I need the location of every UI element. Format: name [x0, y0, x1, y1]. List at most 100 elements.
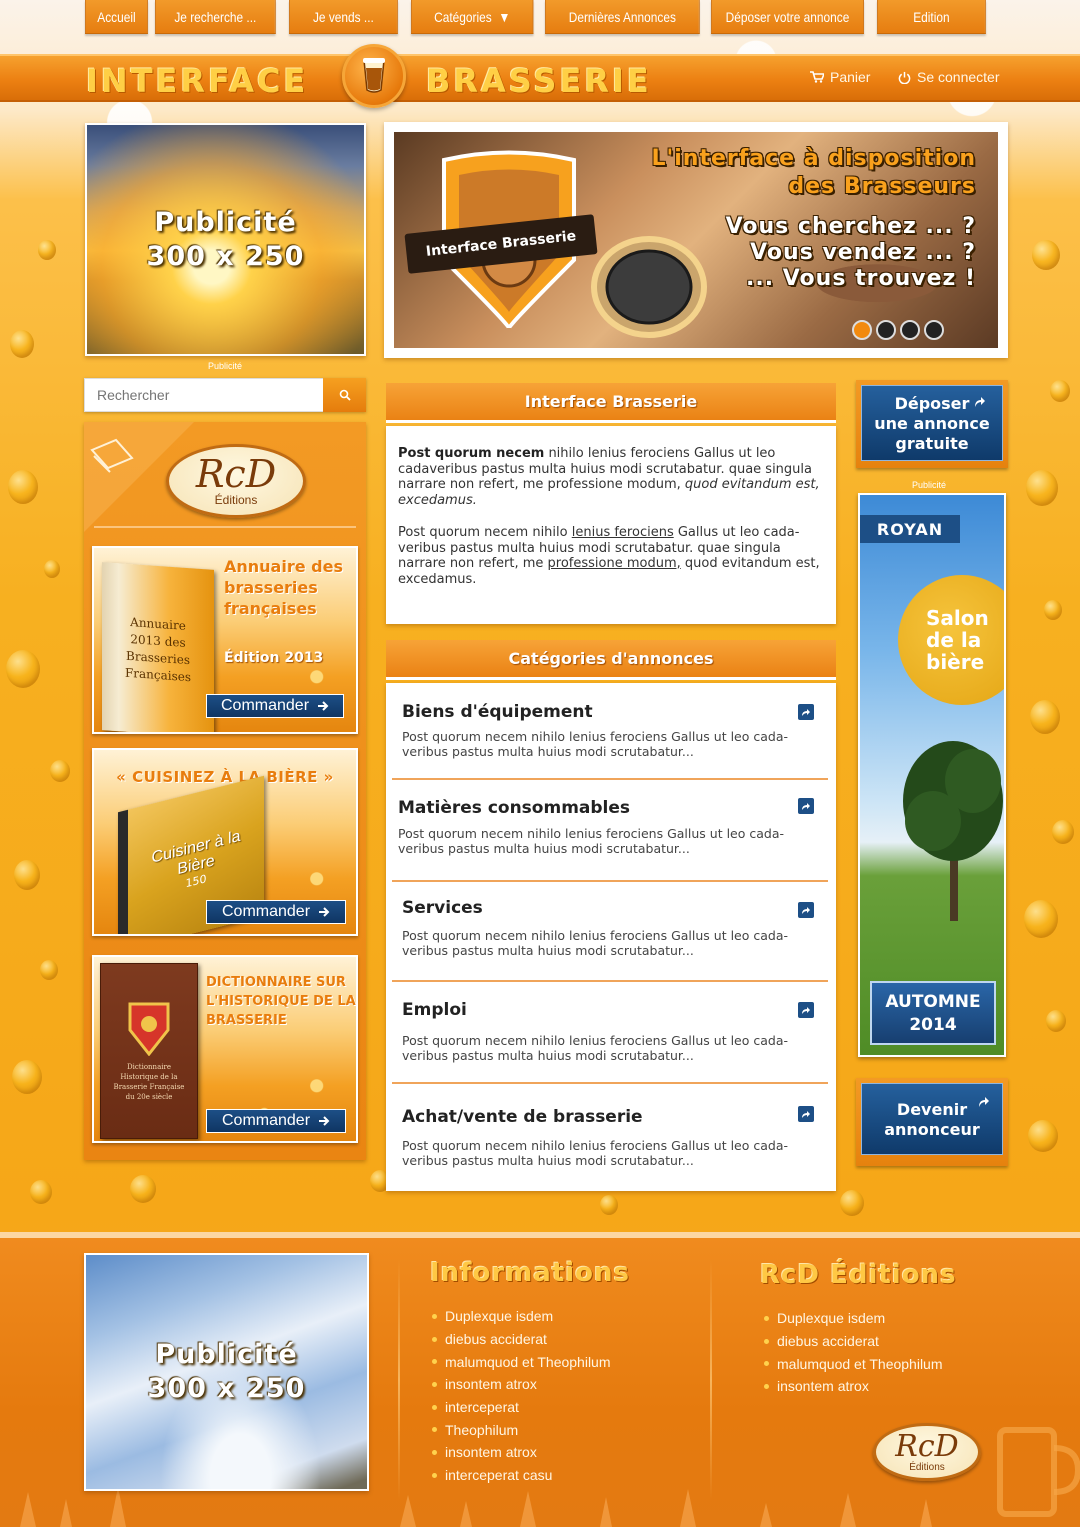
share-arrow-icon[interactable] — [798, 704, 814, 720]
beer-glass-logo-icon[interactable] — [342, 44, 406, 108]
salon-line2: de la — [926, 628, 982, 652]
category-desc: Post quorum necem nihilo lenius ferocien… — [402, 729, 788, 759]
nav-post-ad-label: Déposer votre annonce — [725, 8, 850, 25]
footer-info-link[interactable]: interceperat casu — [432, 1464, 611, 1487]
book-cover-dictionnaire: Dictionnaire Historique de la Brasserie … — [100, 963, 198, 1139]
salon-season: AUTOMNE — [885, 992, 981, 1012]
porthole-image — [591, 236, 707, 338]
book-card-cuisine[interactable]: « CUISINEZ À LA BIÈRE » Cuisiner à la Bi… — [92, 748, 358, 936]
footer-info-link[interactable]: diebus acciderat — [432, 1328, 611, 1351]
ad-banner-footer[interactable]: Publicité 300 x 250 — [84, 1253, 369, 1491]
category-item-jobs[interactable]: Emploi Post quorum necem nihilo lenius f… — [392, 988, 828, 1084]
nav-home[interactable]: Accueil — [85, 0, 148, 34]
ad-footer-line2: 300 x 250 — [147, 1373, 306, 1404]
slider-line-4: Vous vendez ... ? — [750, 240, 976, 265]
slider-dot-2[interactable] — [876, 320, 896, 340]
login-label: Se connecter — [917, 69, 1000, 85]
slider-dot-4[interactable] — [924, 320, 944, 340]
beer-mug-icon — [997, 1427, 1080, 1517]
footer-info-link[interactable]: interceperat — [432, 1396, 611, 1419]
book-cover-dictionnaire-text: Dictionnaire Historique de la Brasserie … — [113, 1063, 185, 1101]
footer-info-title: Informations — [430, 1258, 631, 1288]
nav-latest-ads[interactable]: Dernières Annonces — [545, 0, 700, 34]
nav-selling-label: Je vends ... — [312, 8, 374, 25]
slider-dot-3[interactable] — [900, 320, 920, 340]
category-item-brewery-sale[interactable]: Achat/vente de brasserie Post quorum nec… — [392, 1092, 828, 1188]
footer-info-link[interactable]: Theophilum — [432, 1418, 611, 1441]
intro-link-2[interactable]: professione modum, — [548, 556, 681, 571]
footer-rcd-link[interactable]: insontem atrox — [764, 1375, 943, 1398]
arrow-right-icon — [318, 701, 329, 711]
arrow-right-icon — [319, 1116, 330, 1126]
share-arrow-icon[interactable] — [798, 798, 814, 814]
brand-right: BRASSERIE — [426, 62, 652, 100]
order-button-cuisine-label: Commander — [221, 903, 311, 920]
category-item-services[interactable]: Services Post quorum necem nihilo lenius… — [392, 886, 828, 982]
search-button[interactable] — [323, 378, 366, 412]
category-desc: Post quorum necem nihilo lenius ferocien… — [402, 1138, 788, 1168]
footer-rcd-link[interactable]: diebus acciderat — [764, 1330, 943, 1353]
cart-icon — [810, 71, 824, 83]
order-button-dictionnaire[interactable]: Commander — [206, 1109, 346, 1133]
order-button-dictionnaire-label: Commander — [221, 1112, 311, 1129]
chevron-down-icon: ▼ — [498, 8, 511, 25]
footer-info-link[interactable]: insontem atrox — [432, 1441, 611, 1464]
nav-post-ad[interactable]: Déposer votre annonce — [711, 0, 864, 34]
nav-home-label: Accueil — [97, 8, 136, 25]
nav-selling[interactable]: Je vends ... — [289, 0, 398, 34]
category-desc: Post quorum necem nihilo lenius ferocien… — [398, 826, 784, 856]
share-arrow-icon[interactable] — [798, 1106, 814, 1122]
right-ad-caption: Publicité — [912, 480, 947, 490]
order-button-annuaire[interactable]: Commander — [206, 694, 344, 718]
footer-rcd-logo-sub: Éditions — [909, 1461, 945, 1473]
footer-divider-2 — [710, 1260, 712, 1500]
book-cover-annuaire: Annuaire 2013 des Brasseries Françaises — [102, 562, 214, 732]
intro-bold: Post quorum necem — [398, 446, 545, 461]
slider-dot-1[interactable] — [852, 320, 872, 340]
nav-categories[interactable]: Catégories ▼ — [411, 0, 534, 34]
ad-top-left-line1: Publicité — [154, 206, 297, 238]
footer-divider-1 — [398, 1260, 400, 1500]
arrow-right-icon — [319, 907, 330, 917]
post-free-ad-button[interactable]: Déposer une annonce gratuite — [856, 380, 1008, 468]
login-link[interactable]: Se connecter — [898, 69, 1000, 85]
wheat-decoration — [20, 1487, 932, 1527]
category-item-equipment[interactable]: Biens d'équipement Post quorum necem nih… — [392, 684, 828, 780]
intro-link-1[interactable]: lenius ferociens — [572, 525, 674, 540]
share-arrow-icon[interactable] — [798, 1002, 814, 1018]
nav-edition[interactable]: Edition — [877, 0, 986, 34]
footer-info-link[interactable]: malumquod et Theophilum — [432, 1350, 611, 1373]
footer-rcd-list: Duplexque isdem diebus acciderat malumqu… — [764, 1307, 943, 1398]
arrow-up-right-icon — [979, 1097, 989, 1107]
category-title: Biens d'équipement — [402, 702, 593, 722]
footer-rcd-logo[interactable]: RcD Éditions — [873, 1423, 981, 1481]
footer-rcd-link[interactable]: malumquod et Theophilum — [764, 1352, 943, 1375]
rcd-logo-main: RcD — [195, 452, 277, 496]
category-item-consumables[interactable]: Matières consommables Post quorum necem … — [392, 786, 828, 882]
intro-header: Interface Brasserie — [386, 383, 836, 423]
advertiser-line2: annonceur — [884, 1120, 980, 1139]
salon-ad-banner[interactable]: ROYAN Salon de la bière AUTOMNE 2014 — [858, 493, 1006, 1057]
cart-link[interactable]: Panier — [810, 69, 870, 85]
salon-date-box: AUTOMNE 2014 — [870, 981, 996, 1045]
book-card-dictionnaire[interactable]: Dictionnaire Historique de la Brasserie … — [92, 955, 358, 1143]
nav-looking-for[interactable]: Je recherche ... — [155, 0, 276, 34]
ad-banner-top-left[interactable]: Publicité 300 x 250 — [85, 123, 366, 356]
post-ad-line2: une annonce — [874, 414, 990, 433]
share-arrow-icon[interactable] — [798, 902, 814, 918]
rcd-logo-sub: Éditions — [214, 493, 258, 507]
ad-footer-line1: Publicité — [155, 1339, 298, 1370]
hero-slider[interactable]: Interface Brasserie L'interface à dispos… — [394, 132, 998, 348]
footer-info-link[interactable]: insontem atrox — [432, 1373, 611, 1396]
search-input[interactable] — [84, 378, 323, 412]
top-navigation: Accueil Je recherche ... Je vends ... Ca… — [85, 0, 1005, 34]
order-button-cuisine[interactable]: Commander — [206, 900, 346, 924]
book-card-annuaire[interactable]: Annuaire 2013 des Brasseries Françaises … — [92, 546, 358, 734]
salon-line3: bière — [926, 650, 985, 674]
order-button-annuaire-label: Commander — [220, 697, 310, 714]
rcd-logo[interactable]: RcD Éditions — [166, 444, 306, 518]
become-advertiser-button[interactable]: Devenir annonceur — [856, 1078, 1008, 1166]
salon-line1: Salon — [926, 606, 989, 630]
footer-info-link[interactable]: Duplexque isdem — [432, 1305, 611, 1328]
footer-rcd-link[interactable]: Duplexque isdem — [764, 1307, 943, 1330]
